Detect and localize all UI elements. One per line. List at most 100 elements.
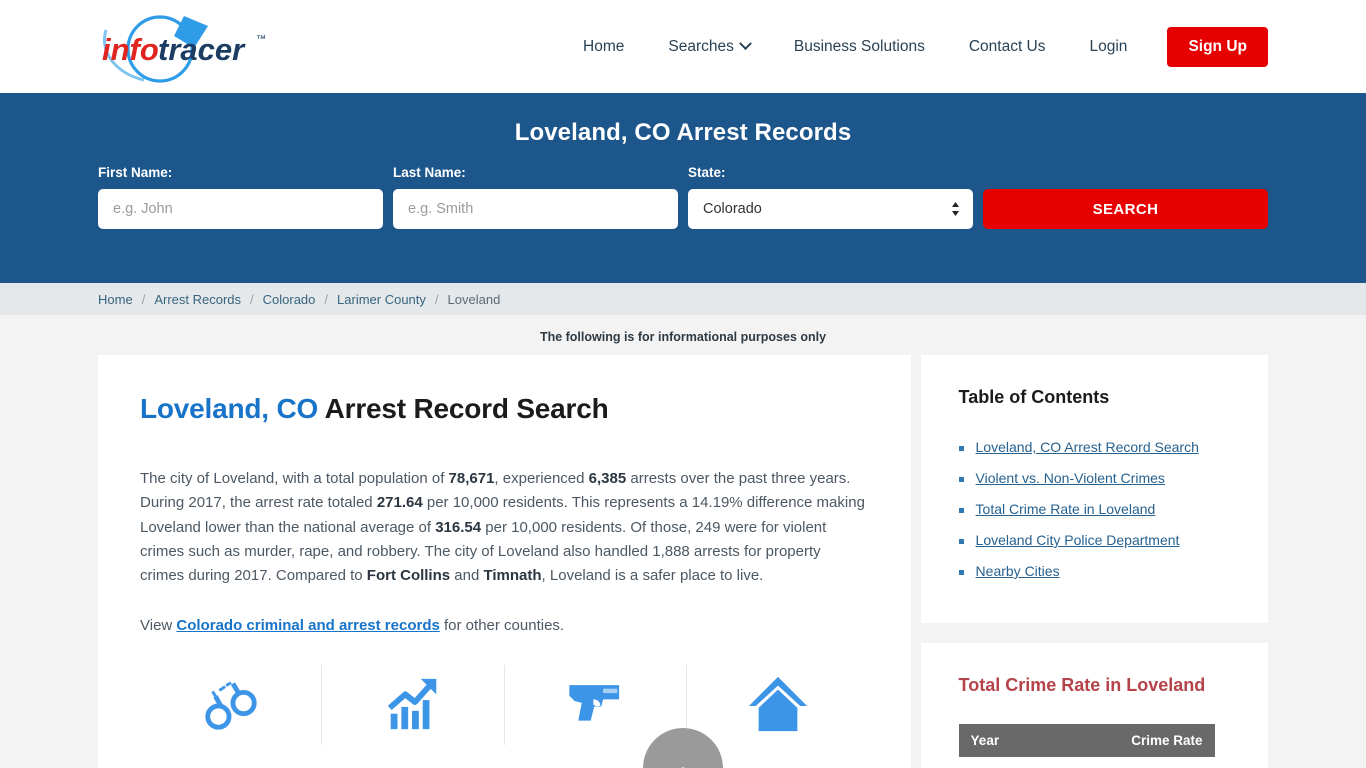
column-header-crime-rate: Crime Rate bbox=[1051, 724, 1215, 757]
crime-rate-title: Total Crime Rate in Loveland bbox=[958, 675, 1206, 695]
compare-city-b: Timnath bbox=[483, 567, 542, 585]
breadcrumb-item-arrest-records[interactable]: Arrest Records bbox=[154, 292, 241, 307]
last-name-field-group: Last Name: bbox=[393, 165, 678, 229]
colorado-records-link[interactable]: Colorado criminal and arrest records bbox=[176, 617, 439, 634]
nav-searches-label: Searches bbox=[668, 37, 734, 55]
list-item[interactable]: Loveland, CO Arrest Record Search bbox=[958, 438, 1238, 457]
bullet-square-icon bbox=[958, 508, 964, 513]
list-item[interactable]: Violent vs. Non-Violent Crimes bbox=[958, 469, 1238, 488]
para-text-2: , experienced bbox=[494, 470, 589, 487]
toc-link-violent-vs-nonviolent[interactable]: Violent vs. Non-Violent Crimes bbox=[976, 469, 1165, 488]
nav-searches[interactable]: Searches bbox=[646, 37, 771, 56]
bullet-square-icon bbox=[958, 446, 964, 451]
icon-cell-handcuffs[interactable] bbox=[140, 664, 323, 745]
breadcrumb: Home / Arrest Records / Colorado / Larim… bbox=[0, 283, 1366, 315]
para-text-6: and bbox=[450, 567, 484, 585]
view-records-line: View Colorado criminal and arrest record… bbox=[140, 614, 869, 638]
toc-list: Loveland, CO Arrest Record Search Violen… bbox=[958, 438, 1238, 581]
toc-link-police-department[interactable]: Loveland City Police Department bbox=[976, 531, 1180, 550]
para-text-1: The city of Loveland, with a total popul… bbox=[140, 470, 449, 487]
search-form: First Name: Last Name: State: Colorado bbox=[98, 165, 1268, 229]
table-of-contents-panel: Table of Contents Loveland, CO Arrest Re… bbox=[920, 355, 1268, 623]
first-name-field-group: First Name: bbox=[98, 165, 383, 229]
breadcrumb-item-colorado[interactable]: Colorado bbox=[263, 292, 316, 307]
article-heading-rest: Arrest Record Search bbox=[318, 393, 609, 424]
cell-crime-rate: 295.27 bbox=[1051, 757, 1215, 768]
table-row: 2007 295.27 bbox=[958, 757, 1215, 768]
list-item[interactable]: Loveland City Police Department bbox=[958, 531, 1238, 550]
icon-cell-gun[interactable] bbox=[505, 664, 688, 745]
svg-text:tracer: tracer bbox=[158, 32, 246, 67]
page-body: Loveland, CO Arrest Record Search The ci… bbox=[0, 355, 1366, 768]
nav-business-solutions[interactable]: Business Solutions bbox=[772, 38, 947, 56]
first-name-label: First Name: bbox=[98, 165, 173, 180]
search-banner: Loveland, CO Arrest Records First Name: … bbox=[0, 93, 1366, 283]
nav-contact-us[interactable]: Contact Us bbox=[947, 38, 1068, 56]
last-name-input[interactable] bbox=[393, 189, 678, 229]
view-prefix: View bbox=[140, 617, 177, 635]
breadcrumb-separator: / bbox=[434, 291, 439, 307]
article-heading-city: Loveland, CO bbox=[140, 393, 319, 424]
main-content-card: Loveland, CO Arrest Record Search The ci… bbox=[98, 355, 911, 768]
page-title: Loveland, CO Arrest Records bbox=[514, 119, 852, 146]
breadcrumb-separator: / bbox=[141, 291, 146, 307]
breadcrumb-item-larimer-county[interactable]: Larimer County bbox=[337, 292, 426, 307]
svg-text:info: info bbox=[102, 32, 159, 67]
house-icon bbox=[748, 676, 807, 731]
nav-contact-us-label: Contact Us bbox=[968, 37, 1046, 55]
icon-cell-house[interactable] bbox=[687, 665, 868, 745]
bullet-square-icon bbox=[958, 539, 964, 544]
last-name-label: Last Name: bbox=[393, 165, 466, 180]
icon-cell-chart[interactable] bbox=[322, 664, 505, 745]
state-select[interactable]: Colorado bbox=[688, 189, 973, 229]
nav-home[interactable]: Home bbox=[561, 38, 646, 56]
state-field-group: State: Colorado bbox=[688, 165, 973, 229]
category-icon-strip bbox=[140, 664, 869, 745]
arrest-rate-value: 271.64 bbox=[376, 494, 423, 512]
national-average-value: 316.54 bbox=[435, 518, 482, 536]
bullet-square-icon bbox=[958, 477, 964, 482]
svg-text:™: ™ bbox=[256, 34, 266, 45]
logo-graphic: info tracer ™ bbox=[102, 15, 266, 83]
infotracer-logo[interactable]: info tracer ™ bbox=[98, 8, 274, 84]
handcuffs-icon bbox=[205, 681, 257, 730]
chevron-up-icon bbox=[681, 766, 685, 768]
list-item[interactable]: Total Crime Rate in Loveland bbox=[958, 500, 1238, 519]
cell-year: 2007 bbox=[958, 757, 1052, 768]
summary-paragraph: The city of Loveland, with a total popul… bbox=[140, 467, 869, 588]
first-name-input[interactable] bbox=[98, 189, 383, 229]
site-header: info tracer ™ Home Searches Business Sol… bbox=[0, 0, 1366, 93]
search-button[interactable]: SEARCH bbox=[983, 189, 1268, 229]
nav-login[interactable]: Login bbox=[1068, 38, 1150, 56]
toc-link-arrest-record-search[interactable]: Loveland, CO Arrest Record Search bbox=[976, 438, 1199, 457]
toc-title: Table of Contents bbox=[958, 387, 1110, 407]
crime-rate-table: Year Crime Rate 2007 295.27 bbox=[958, 724, 1215, 768]
sidebar: Table of Contents Loveland, CO Arrest Re… bbox=[920, 355, 1268, 768]
nav-login-label: Login bbox=[1089, 37, 1128, 55]
breadcrumb-item-loveland: Loveland bbox=[447, 291, 501, 307]
toc-link-nearby-cities[interactable]: Nearby Cities bbox=[976, 562, 1060, 581]
para-text-7: , Loveland is a safer place to live. bbox=[541, 567, 764, 585]
nav-home-label: Home bbox=[583, 37, 625, 55]
compare-city-a: Fort Collins bbox=[366, 567, 451, 585]
chevron-down-icon bbox=[738, 37, 752, 51]
state-label: State: bbox=[688, 165, 726, 180]
toc-link-total-crime-rate[interactable]: Total Crime Rate in Loveland bbox=[976, 500, 1156, 519]
table-header-row: Year Crime Rate bbox=[958, 724, 1215, 757]
bullet-square-icon bbox=[958, 570, 964, 575]
breadcrumb-item-home[interactable]: Home bbox=[98, 292, 133, 307]
handgun-icon bbox=[568, 684, 619, 721]
population-value: 78,671 bbox=[448, 470, 495, 487]
breadcrumb-separator: / bbox=[250, 291, 254, 307]
list-item[interactable]: Nearby Cities bbox=[958, 562, 1238, 581]
total-crime-rate-panel: Total Crime Rate in Loveland Year Crime … bbox=[920, 643, 1268, 768]
sign-up-button[interactable]: Sign Up bbox=[1167, 26, 1268, 67]
view-suffix: for other counties. bbox=[439, 617, 565, 635]
column-header-year: Year bbox=[958, 724, 1052, 757]
rising-chart-icon bbox=[387, 678, 437, 729]
article-heading: Loveland, CO Arrest Record Search bbox=[140, 393, 869, 425]
informational-notice: The following is for informational purpo… bbox=[0, 315, 1366, 355]
breadcrumb-separator: / bbox=[324, 291, 329, 307]
nav-business-solutions-label: Business Solutions bbox=[793, 37, 925, 55]
main-navigation: Home Searches Business Solutions Contact… bbox=[561, 0, 1268, 93]
